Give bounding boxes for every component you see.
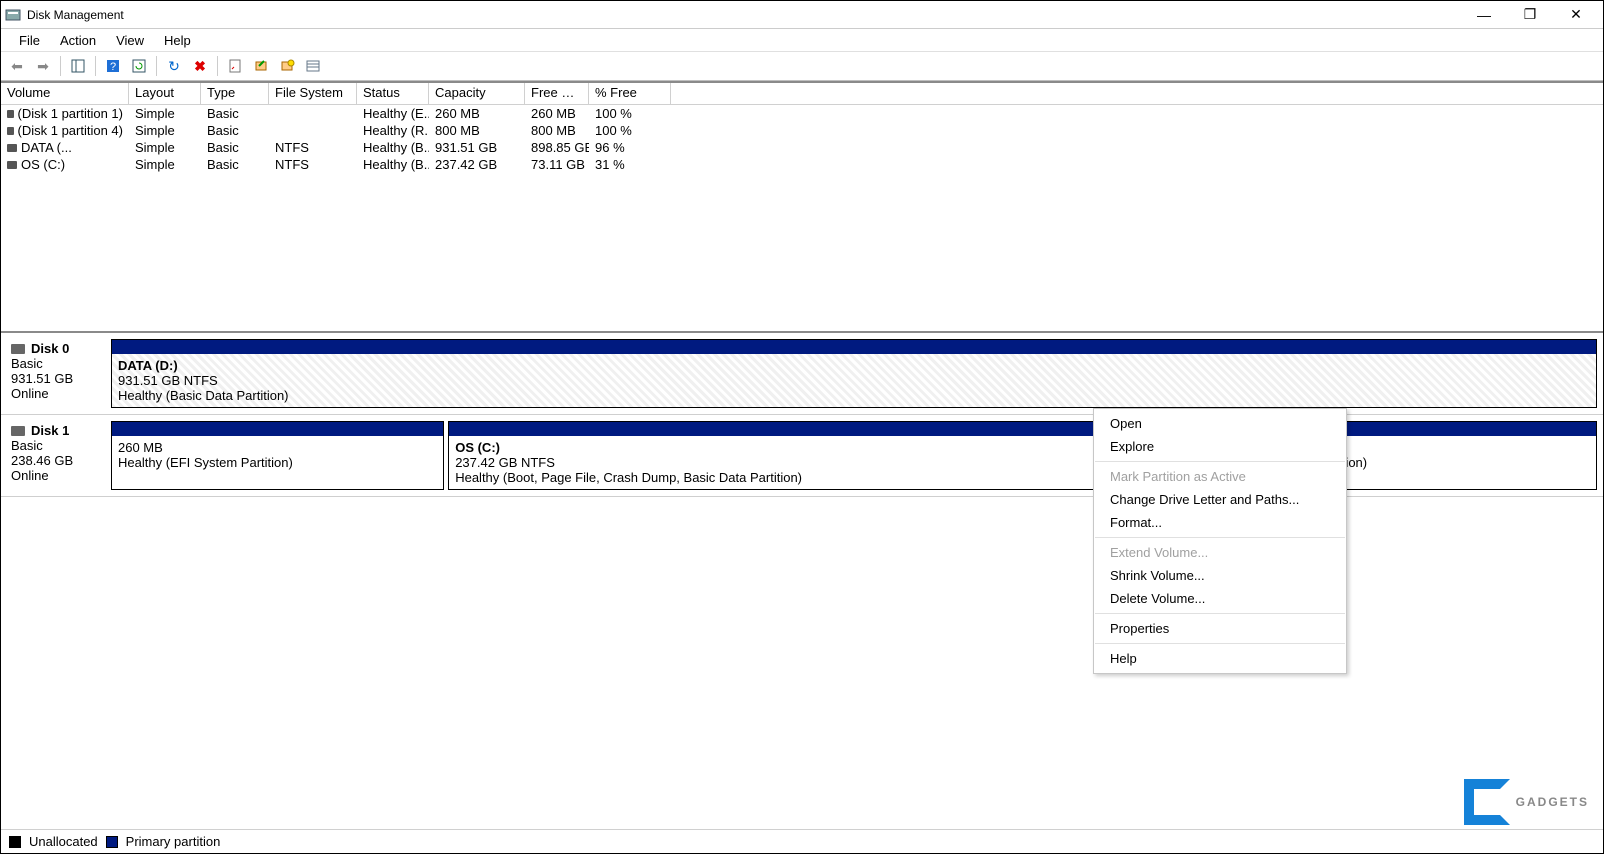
list-icon[interactable] xyxy=(301,54,325,78)
partition-bar xyxy=(112,422,443,436)
volume-row[interactable]: (Disk 1 partition 4)SimpleBasicHealthy (… xyxy=(1,122,1603,139)
partition[interactable]: DATA (D:)931.51 GB NTFSHealthy (Basic Da… xyxy=(111,339,1597,408)
volume-icon xyxy=(7,144,17,152)
ctx-extend: Extend Volume... xyxy=(1094,541,1346,564)
legend-unallocated: Unallocated xyxy=(29,834,98,849)
ctx-mark-active: Mark Partition as Active xyxy=(1094,465,1346,488)
volume-row[interactable]: OS (C:)SimpleBasicNTFSHealthy (B...237.4… xyxy=(1,156,1603,173)
delete-icon[interactable]: ✖ xyxy=(188,54,212,78)
partition-bar xyxy=(112,340,1596,354)
col-pctfree[interactable]: % Free xyxy=(589,83,671,104)
legend: Unallocated Primary partition xyxy=(1,829,1603,853)
volume-icon xyxy=(7,161,17,169)
menubar: File Action View Help xyxy=(1,29,1603,51)
col-filesystem[interactable]: File System xyxy=(269,83,357,104)
minimize-button[interactable]: — xyxy=(1461,1,1507,29)
volume-icon xyxy=(7,127,14,135)
volume-row[interactable]: DATA (...SimpleBasicNTFSHealthy (B...931… xyxy=(1,139,1603,156)
refresh-icon[interactable] xyxy=(127,54,151,78)
ctx-delete[interactable]: Delete Volume... xyxy=(1094,587,1346,610)
app-icon xyxy=(5,7,21,23)
menu-view[interactable]: View xyxy=(106,31,154,50)
help-icon[interactable]: ? xyxy=(101,54,125,78)
disk-row: Disk 1Basic238.46 GBOnline260 MBHealthy … xyxy=(1,415,1603,497)
menu-help[interactable]: Help xyxy=(154,31,201,50)
ctx-help[interactable]: Help xyxy=(1094,647,1346,670)
menu-action[interactable]: Action xyxy=(50,31,106,50)
show-tree-icon[interactable] xyxy=(66,54,90,78)
attach-icon[interactable] xyxy=(275,54,299,78)
ctx-properties[interactable]: Properties xyxy=(1094,617,1346,640)
volume-list-header: Volume Layout Type File System Status Ca… xyxy=(1,83,1603,105)
col-capacity[interactable]: Capacity xyxy=(429,83,525,104)
col-volume[interactable]: Volume xyxy=(1,83,129,104)
ctx-shrink[interactable]: Shrink Volume... xyxy=(1094,564,1346,587)
swatch-unallocated xyxy=(9,836,21,848)
ctx-open[interactable]: Open xyxy=(1094,412,1346,435)
forward-icon[interactable]: ➡ xyxy=(31,54,55,78)
action-icon[interactable] xyxy=(249,54,273,78)
col-layout[interactable]: Layout xyxy=(129,83,201,104)
disk-info: Disk 0Basic931.51 GBOnline xyxy=(7,339,107,408)
swatch-primary xyxy=(106,836,118,848)
partition[interactable]: 260 MBHealthy (EFI System Partition) xyxy=(111,421,444,490)
context-menu: Open Explore Mark Partition as Active Ch… xyxy=(1093,408,1347,674)
back-icon[interactable]: ⬅ xyxy=(5,54,29,78)
svg-text:?: ? xyxy=(110,61,116,73)
toolbar: ⬅ ➡ ? ↻ ✖ xyxy=(1,51,1603,81)
col-type[interactable]: Type xyxy=(201,83,269,104)
col-status[interactable]: Status xyxy=(357,83,429,104)
legend-primary: Primary partition xyxy=(126,834,221,849)
rescan-icon[interactable]: ↻ xyxy=(162,54,186,78)
maximize-button[interactable]: ❐ xyxy=(1507,1,1553,29)
partition-bar xyxy=(449,422,1192,436)
watermark: GADGETS xyxy=(1464,779,1589,825)
partition[interactable]: OS (C:)237.42 GB NTFSHealthy (Boot, Page… xyxy=(448,421,1193,490)
volume-list[interactable]: Volume Layout Type File System Status Ca… xyxy=(1,81,1603,331)
disk-icon xyxy=(11,426,25,436)
menu-file[interactable]: File xyxy=(9,31,50,50)
window-title: Disk Management xyxy=(27,8,1461,22)
ctx-explore[interactable]: Explore xyxy=(1094,435,1346,458)
disk-info: Disk 1Basic238.46 GBOnline xyxy=(7,421,107,490)
window-controls: — ❐ ✕ xyxy=(1461,1,1599,29)
volume-row[interactable]: (Disk 1 partition 1)SimpleBasicHealthy (… xyxy=(1,105,1603,122)
ctx-format[interactable]: Format... xyxy=(1094,511,1346,534)
ctx-change-letter[interactable]: Change Drive Letter and Paths... xyxy=(1094,488,1346,511)
disk-graphical-view: Disk 0Basic931.51 GBOnlineDATA (D:)931.5… xyxy=(1,331,1603,497)
col-free[interactable]: Free Sp... xyxy=(525,83,589,104)
disk-icon xyxy=(11,344,25,354)
properties-icon[interactable] xyxy=(223,54,247,78)
volume-icon xyxy=(7,110,14,118)
close-button[interactable]: ✕ xyxy=(1553,1,1599,29)
disk-row: Disk 0Basic931.51 GBOnlineDATA (D:)931.5… xyxy=(1,333,1603,415)
titlebar: Disk Management — ❐ ✕ xyxy=(1,1,1603,29)
